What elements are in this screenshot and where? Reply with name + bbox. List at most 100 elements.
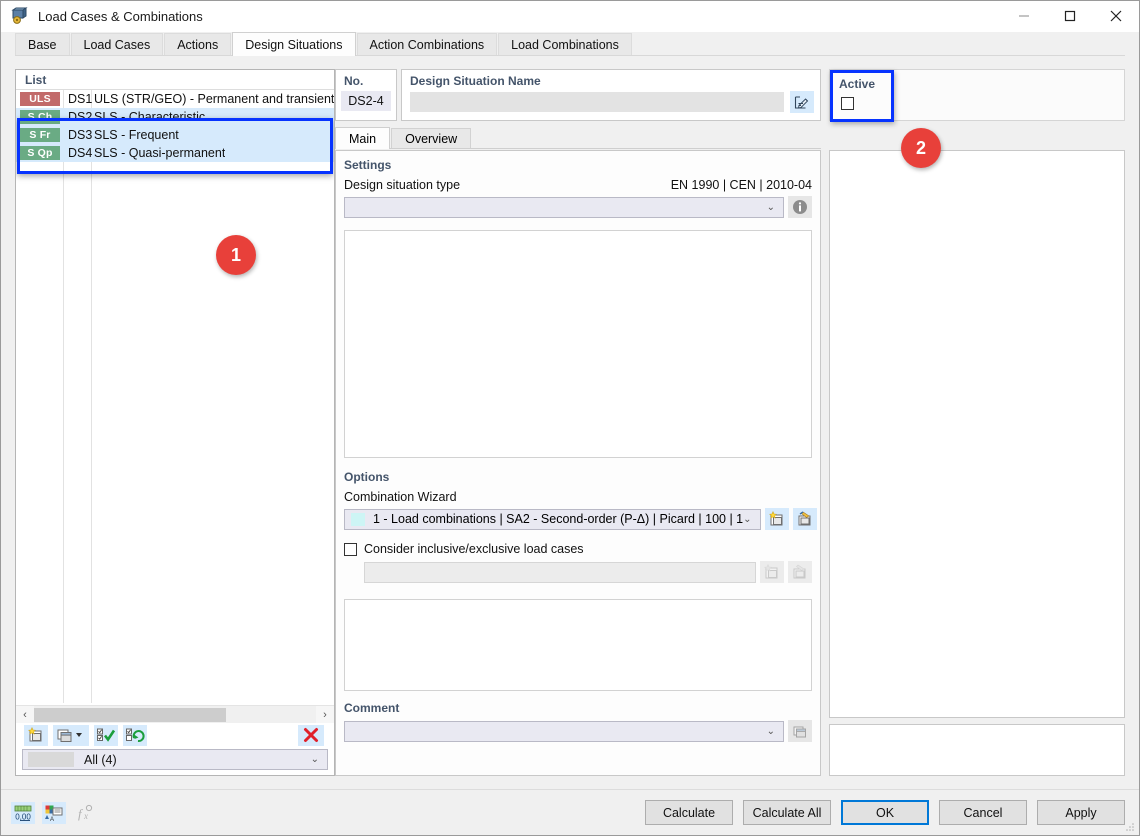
consider-inclusive-exclusive-label: Consider inclusive/exclusive load cases	[364, 542, 584, 556]
invert-selection-button[interactable]	[123, 724, 147, 746]
active-label: Active	[839, 77, 876, 91]
active-state-panel: Active	[829, 69, 1125, 776]
callout-marker-1: 1	[216, 235, 256, 275]
design-situation-type-dropdown[interactable]: ⌄	[344, 196, 784, 218]
right-content-area	[829, 150, 1125, 718]
list-horizontal-scrollbar[interactable]: ‹ ›	[16, 705, 334, 724]
chevron-down-icon[interactable]: ⌄	[311, 754, 319, 765]
display-properties-icon[interactable]: A	[42, 801, 66, 824]
tab-base[interactable]: Base	[15, 33, 70, 56]
tab-label: Actions	[177, 38, 219, 52]
active-checkbox[interactable]	[841, 97, 854, 110]
consider-inclusive-exclusive-checkbox[interactable]	[344, 542, 357, 556]
edit-pencil-icon[interactable]	[790, 91, 814, 113]
scroll-thumb[interactable]	[34, 707, 226, 722]
active-header-box: Active	[829, 69, 1125, 122]
window-controls	[1001, 1, 1139, 32]
cancel-button[interactable]: Cancel	[939, 800, 1027, 825]
minimize-button[interactable]	[1001, 1, 1047, 32]
new-item-icon-disabled	[760, 561, 784, 583]
wizard-color-swatch	[351, 512, 365, 526]
calculate-all-button[interactable]: Calculate All	[743, 800, 831, 825]
main-tab-content: Settings Design situation type EN 1990 |…	[335, 150, 821, 776]
design-situations-grid[interactable]: ULS DS1 ULS (STR/GEO) - Permanent and tr…	[16, 90, 334, 703]
column-divider	[91, 90, 92, 703]
svg-text:x: x	[83, 811, 88, 821]
resize-grip[interactable]	[1124, 821, 1136, 833]
row-description: SLS - Frequent	[94, 128, 179, 142]
design-situation-badge: S Ch	[20, 110, 60, 124]
load-cases-combinations-window: Load Cases & Combinations Base Load Case…	[0, 0, 1140, 836]
title-bar: Load Cases & Combinations	[1, 1, 1139, 32]
comment-pick-icon[interactable]	[788, 720, 812, 742]
list-header-label: List	[25, 72, 47, 87]
apply-button[interactable]: Apply	[1037, 800, 1125, 825]
combination-wizard-dropdown[interactable]: 1 - Load combinations | SA2 - Second-ord…	[344, 508, 761, 530]
new-design-situation-button[interactable]	[24, 724, 48, 746]
tab-label: Load Cases	[83, 38, 151, 52]
sub-tab-main[interactable]: Main	[335, 127, 391, 149]
chevron-down-icon[interactable]: ⌄	[767, 202, 775, 213]
filter-color-swatch	[28, 752, 74, 767]
scroll-track[interactable]	[34, 705, 316, 724]
design-situation-name-input[interactable]	[410, 92, 784, 112]
edit-item-icon-disabled	[788, 561, 812, 583]
ok-button[interactable]: OK	[841, 800, 929, 825]
main-tab-bar: Base Load Cases Actions Design Situation…	[1, 32, 1139, 56]
edit-wizard-icon[interactable]	[792, 508, 817, 530]
comment-group-label: Comment	[344, 701, 400, 715]
row-number: DS2	[68, 110, 93, 124]
tab-load-combinations[interactable]: Load Combinations	[498, 33, 632, 56]
info-icon[interactable]	[788, 196, 812, 218]
chevron-down-icon[interactable]: ⌄	[767, 726, 775, 737]
row-description: SLS - Quasi-permanent	[94, 146, 226, 160]
active-highlight-box: Active	[830, 70, 894, 122]
app-icon	[11, 7, 29, 25]
number-label: No.	[344, 74, 364, 88]
right-lower-area	[829, 724, 1125, 776]
tab-design-situations[interactable]: Design Situations	[232, 32, 356, 56]
settings-detail-area	[344, 230, 812, 458]
table-row[interactable]: ULS DS1 ULS (STR/GEO) - Permanent and tr…	[16, 90, 334, 108]
options-group-label: Options	[344, 470, 390, 484]
row-description: SLS - Characteristic	[94, 110, 206, 124]
content-area: List ULS DS1 ULS (STR/GEO) - Permanent a…	[1, 56, 1139, 789]
footer-button-group: Calculate Calculate All OK Cancel Apply	[645, 800, 1139, 825]
table-row[interactable]: S Qp DS4 SLS - Quasi-permanent	[16, 144, 334, 162]
list-header: List	[16, 70, 334, 90]
number-value: DS2-4	[341, 91, 391, 111]
design-situation-type-row: Design situation type EN 1990 | CEN | 20…	[336, 172, 820, 192]
tab-label: Design Situations	[245, 37, 343, 52]
row-number: DS3	[68, 128, 93, 142]
tab-load-cases[interactable]: Load Cases	[70, 33, 164, 56]
table-row[interactable]: S Ch DS2 SLS - Characteristic	[16, 108, 334, 126]
tab-action-combinations[interactable]: Action Combinations	[356, 33, 498, 56]
copy-design-situation-button[interactable]	[53, 724, 89, 746]
design-situation-badge: S Qp	[20, 146, 60, 160]
footer-icon-group: 0,00 A f x	[1, 801, 97, 824]
options-detail-area	[344, 599, 812, 691]
table-row[interactable]: S Fr DS3 SLS - Frequent	[16, 126, 334, 144]
design-situation-badge: S Fr	[20, 128, 60, 142]
chevron-down-icon[interactable]: ⌄	[743, 514, 751, 525]
number-format-icon[interactable]: 0,00	[11, 801, 35, 824]
list-toolbar	[16, 723, 334, 747]
maximize-button[interactable]	[1047, 1, 1093, 32]
scroll-left-icon[interactable]: ‹	[16, 706, 34, 724]
callout-marker-2: 2	[901, 128, 941, 168]
sub-tab-overview[interactable]: Overview	[391, 128, 472, 149]
details-sub-tab-bar: Main Overview	[335, 127, 821, 149]
close-button[interactable]	[1093, 1, 1139, 32]
list-filter-dropdown[interactable]: All (4) ⌄	[22, 749, 328, 770]
tab-label: Load Combinations	[511, 38, 619, 52]
footer-bar: 0,00 A f x Calculate Calculate All OK Ca…	[1, 789, 1139, 835]
tab-actions[interactable]: Actions	[164, 33, 232, 56]
tab-label: Action Combinations	[369, 38, 485, 52]
new-wizard-icon[interactable]	[764, 508, 789, 530]
scroll-right-icon[interactable]: ›	[316, 706, 334, 724]
calculate-button[interactable]: Calculate	[645, 800, 733, 825]
inclusive-exclusive-dropdown	[364, 561, 756, 583]
comment-dropdown[interactable]: ⌄	[344, 720, 784, 742]
delete-button[interactable]	[298, 724, 324, 746]
select-all-button[interactable]	[94, 724, 118, 746]
